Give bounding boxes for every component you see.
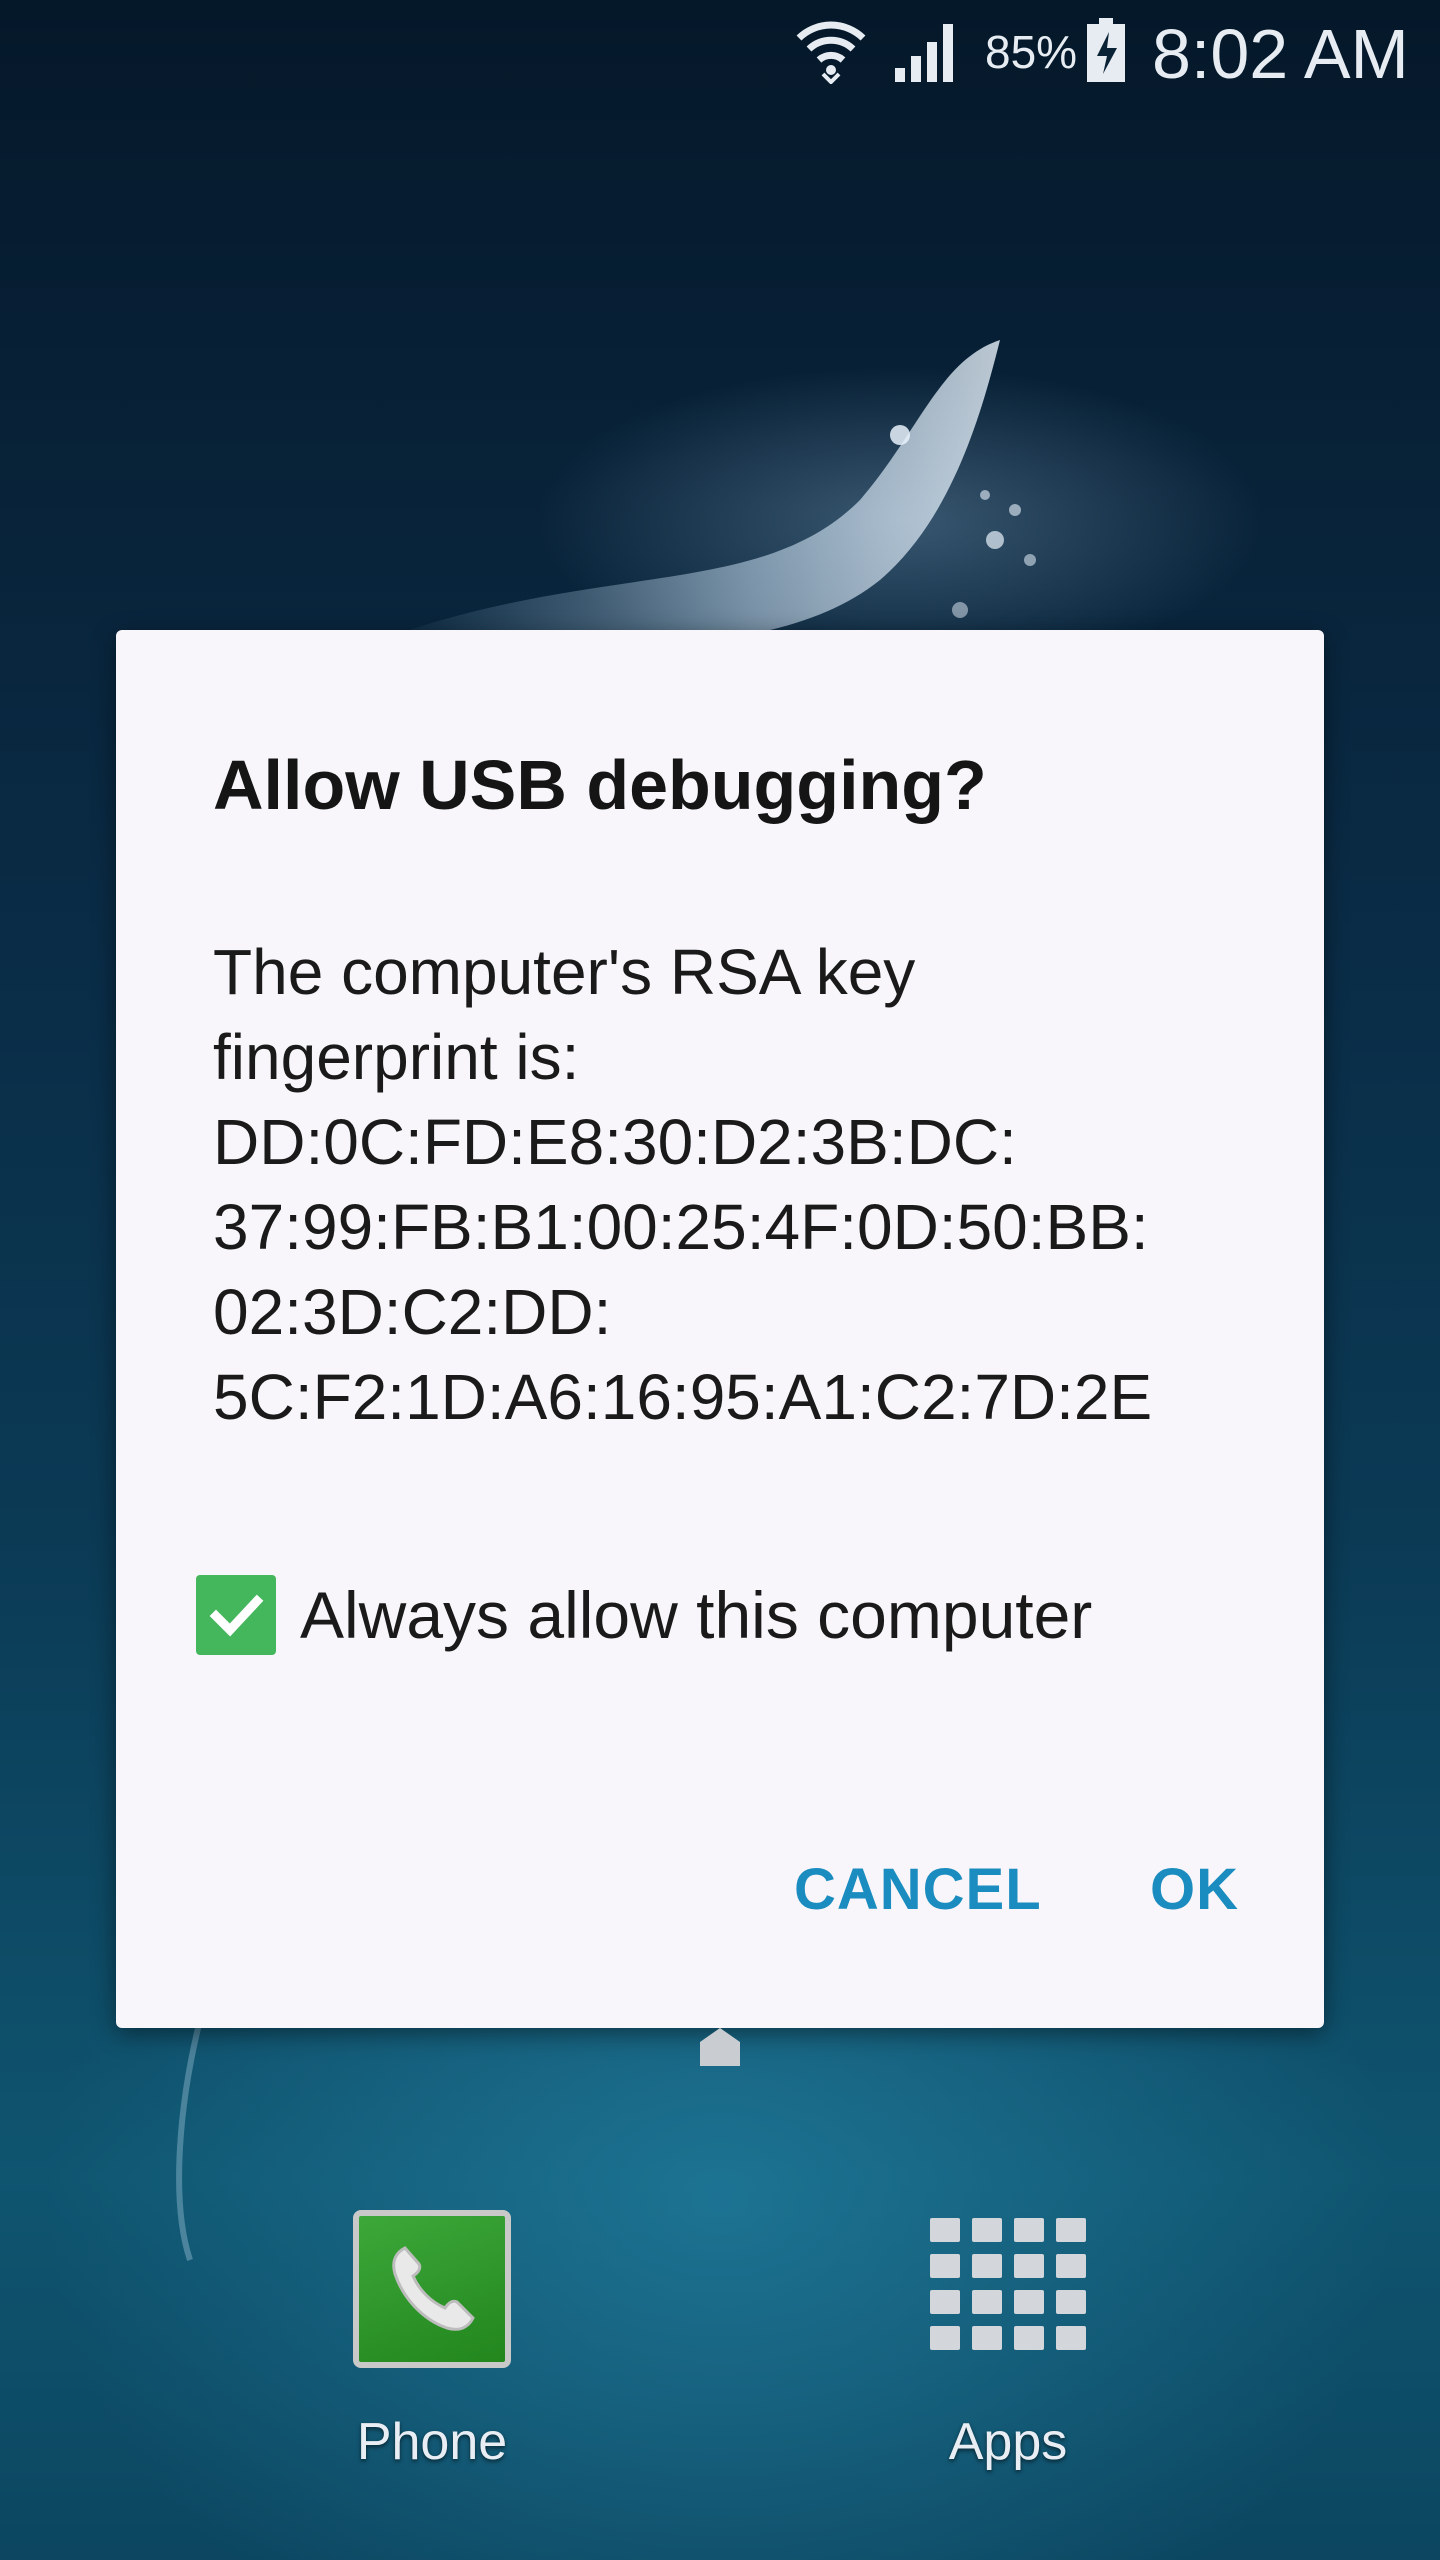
battery-percent: 85% <box>985 26 1078 78</box>
message-line: fingerprint is: <box>213 1021 580 1093</box>
message-line: 37:99:FB:B1:00:25:4F:0D:50:BB: <box>213 1191 1149 1263</box>
phone-icon[interactable] <box>352 2210 512 2370</box>
dock-phone[interactable]: Phone <box>302 2210 562 2472</box>
dock-label-phone: Phone <box>356 2413 508 2471</box>
checkmark-icon <box>209 1594 264 1637</box>
wifi-icon <box>795 16 867 85</box>
always-allow-row[interactable]: Always allow this computer <box>196 1570 1092 1660</box>
dialog-message: The computer's RSA key fingerprint is: D… <box>213 930 1243 1440</box>
dock-apps[interactable]: Apps <box>878 2210 1138 2472</box>
message-line: 02:3D:C2:DD: <box>213 1276 612 1348</box>
home-handle-icon[interactable] <box>700 2028 740 2066</box>
apps-grid-icon[interactable] <box>928 2210 1088 2370</box>
battery-charging-icon <box>1085 18 1127 84</box>
status-clock: 8:02 AM <box>1152 15 1409 93</box>
dock-label-apps: Apps <box>948 2413 1068 2471</box>
ok-button[interactable]: OK <box>1150 1850 1239 1930</box>
status-bar: 85% 8:02 AM <box>0 0 1440 105</box>
message-line: DD:0C:FD:E8:30:D2:3B:DC: <box>213 1106 1017 1178</box>
dialog-title: Allow USB debugging? <box>213 746 987 824</box>
message-line: The computer's RSA key <box>213 936 916 1008</box>
always-allow-label[interactable]: Always allow this computer <box>300 1577 1092 1653</box>
message-line: 5C:F2:1D:A6:16:95:A1:C2:7D:2E <box>213 1361 1153 1433</box>
always-allow-checkbox[interactable] <box>196 1575 276 1655</box>
usb-debugging-dialog: Allow USB debugging? The computer's RSA … <box>116 630 1324 2028</box>
signal-icon <box>893 20 963 84</box>
cancel-button[interactable]: CANCEL <box>794 1850 1042 1930</box>
